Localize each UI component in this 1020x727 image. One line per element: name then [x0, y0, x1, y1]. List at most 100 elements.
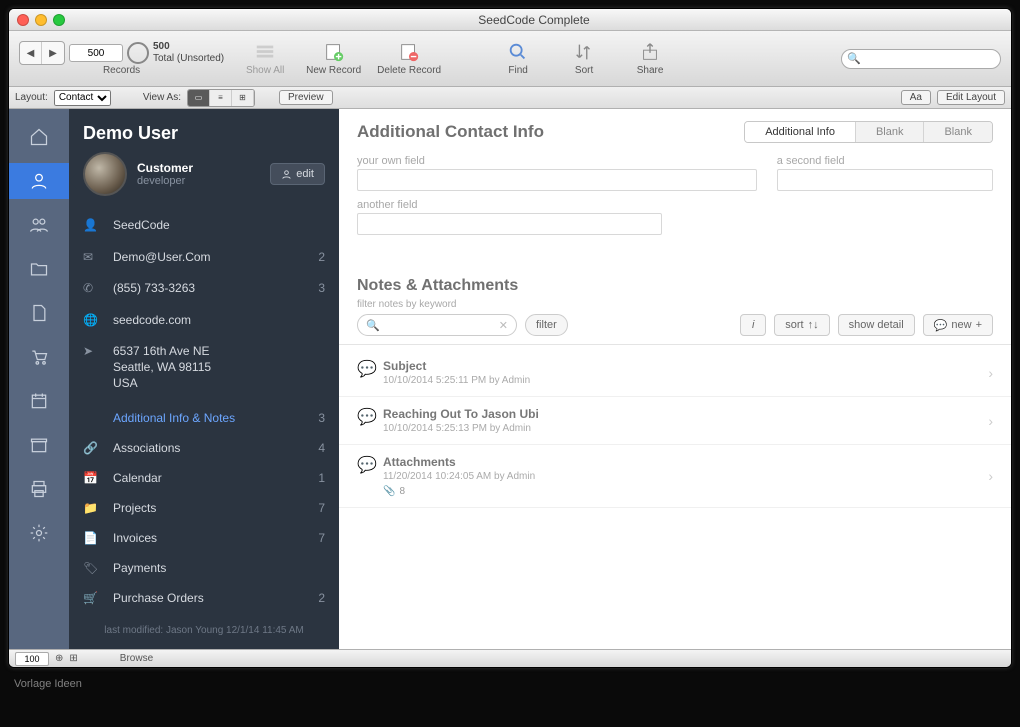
view-table-icon[interactable]: ⊞ [232, 90, 254, 106]
zoom-window-button[interactable] [53, 14, 65, 26]
sidebar-cart[interactable] [9, 339, 69, 375]
filter-label: filter notes by keyword [339, 299, 1011, 314]
note-icon: 💬 [357, 455, 373, 475]
phone-count: 3 [311, 281, 325, 295]
status-icon-2[interactable]: ⊞ [69, 653, 77, 664]
location-icon: ➤ [83, 344, 101, 358]
edit-button[interactable]: edit [270, 163, 325, 185]
tab-blank-1[interactable]: Blank [856, 122, 925, 142]
records-label: Records [103, 65, 140, 76]
sort-button[interactable]: Sort [559, 41, 609, 76]
view-as-segment[interactable]: ▭ ≡ ⊞ [187, 89, 255, 107]
credit-text: Vorlage Ideen [14, 678, 1012, 690]
toolbar-search[interactable] [841, 49, 1001, 69]
sidebar-contacts[interactable] [9, 163, 69, 199]
viewas-label: View As: [143, 92, 181, 103]
note-icon: 💬 [357, 407, 373, 427]
titlebar: SeedCode Complete [9, 9, 1011, 31]
sidebar-home[interactable] [9, 119, 69, 155]
aa-button[interactable]: Aa [901, 90, 931, 105]
nav-invoices[interactable]: 📄Invoices7 [69, 523, 339, 553]
pie-icon [127, 42, 149, 64]
info-button[interactable]: i [740, 314, 766, 336]
field3-input[interactable] [357, 213, 662, 235]
note-icon: 💬 [357, 359, 373, 379]
contact-panel: Demo User Customer developer edit 👤SeedC… [69, 109, 339, 649]
phone-icon: ✆ [83, 281, 101, 295]
sidebar-print[interactable] [9, 471, 69, 507]
note-item[interactable]: 💬 Attachments 11/20/2014 10:24:05 AM by … [339, 445, 1011, 508]
clear-search-icon[interactable]: ✕ [499, 319, 508, 332]
sidebar-archive[interactable] [9, 427, 69, 463]
view-list-icon[interactable]: ≡ [210, 90, 232, 106]
sidebar-calendar[interactable] [9, 383, 69, 419]
nav-purchase-orders[interactable]: 🛒Purchase Orders2 [69, 583, 339, 613]
chat-icon: 💬 [934, 319, 948, 332]
nav-projects[interactable]: 📁Projects7 [69, 493, 339, 523]
minimize-window-button[interactable] [35, 14, 47, 26]
company-icon: 👤 [83, 218, 101, 232]
layout-bar: Layout: Contact View As: ▭ ≡ ⊞ Preview A… [9, 87, 1011, 109]
record-number-input[interactable] [69, 44, 123, 62]
field3-label: another field [357, 199, 662, 211]
sidebar-document[interactable] [9, 295, 69, 331]
close-window-button[interactable] [17, 14, 29, 26]
sidebar [9, 109, 69, 649]
nav-associations[interactable]: 🔗Associations4 [69, 433, 339, 463]
sidebar-settings[interactable] [9, 515, 69, 551]
window-title: SeedCode Complete [65, 13, 1003, 27]
website: seedcode.com [113, 313, 325, 329]
email-count: 2 [311, 250, 325, 264]
view-form-icon[interactable]: ▭ [188, 90, 210, 106]
tab-blank-2[interactable]: Blank [924, 122, 992, 142]
contact-name: Demo User [83, 123, 325, 144]
sidebar-people[interactable] [9, 207, 69, 243]
status-bar: ⊕ ⊞ Browse [9, 649, 1011, 667]
sort-notes-button[interactable]: sort ↑↓ [774, 314, 829, 336]
total-label: Total (Unsorted) [153, 53, 224, 65]
nav-additional-info[interactable]: Additional Info & Notes3 [69, 403, 339, 433]
document-icon: 📄 [83, 531, 101, 545]
paperclip-icon: 📎 [383, 486, 395, 497]
new-note-button[interactable]: 💬new + [923, 314, 993, 336]
nav-calendar[interactable]: 📅Calendar1 [69, 463, 339, 493]
notes-list: 💬 Subject10/10/2014 5:25:11 PM by Admin … [339, 344, 1011, 649]
field2-input[interactable] [777, 169, 993, 191]
field1-input[interactable] [357, 169, 757, 191]
field2-label: a second field [777, 155, 993, 167]
share-button[interactable]: Share [625, 41, 675, 76]
layout-select[interactable]: Contact [54, 90, 111, 106]
preview-button[interactable]: Preview [279, 90, 333, 105]
chevron-right-icon: › [988, 365, 993, 381]
new-record-button[interactable]: New Record [306, 41, 361, 76]
cart-icon: 🛒 [83, 591, 101, 605]
link-icon: 🔗 [83, 441, 101, 455]
find-button[interactable]: Find [493, 41, 543, 76]
last-modified: last modified: Jason Young 12/1/14 11:45… [69, 613, 339, 650]
email-icon: ✉ [83, 250, 101, 264]
tab-additional-info[interactable]: Additional Info [745, 122, 856, 142]
company: SeedCode [113, 218, 325, 234]
edit-layout-button[interactable]: Edit Layout [937, 90, 1005, 105]
show-detail-button[interactable]: show detail [838, 314, 915, 336]
notes-heading: Notes & Attachments [339, 261, 1011, 299]
filter-button[interactable]: filter [525, 314, 568, 336]
record-nav[interactable]: ◀▶ [19, 41, 65, 65]
show-all-button[interactable]: Show All [240, 41, 290, 76]
tag-icon: 🏷 [83, 561, 101, 575]
zoom-input[interactable] [15, 652, 49, 666]
address: 6537 16th Ave NE Seattle, WA 98115 USA [113, 344, 325, 391]
detail-tabs: Additional Info Blank Blank [744, 121, 993, 143]
field1-label: your own field [357, 155, 757, 167]
notes-search[interactable]: 🔍 ✕ [357, 314, 517, 336]
sidebar-folder[interactable] [9, 251, 69, 287]
contact-nav: Additional Info & Notes3 🔗Associations4 … [69, 403, 339, 613]
toolbar: ◀▶ 500 Total (Unsorted) Records Show All… [9, 31, 1011, 87]
email: Demo@User.Com [113, 250, 299, 266]
delete-record-button[interactable]: Delete Record [377, 41, 441, 76]
note-item[interactable]: 💬 Subject10/10/2014 5:25:11 PM by Admin … [339, 349, 1011, 397]
avatar [83, 152, 127, 196]
note-item[interactable]: 💬 Reaching Out To Jason Ubi10/10/2014 5:… [339, 397, 1011, 445]
status-icon-1[interactable]: ⊕ [55, 653, 63, 664]
nav-payments[interactable]: 🏷Payments [69, 553, 339, 583]
